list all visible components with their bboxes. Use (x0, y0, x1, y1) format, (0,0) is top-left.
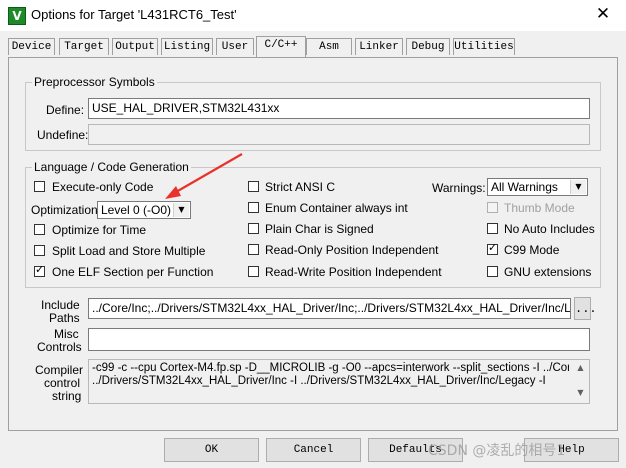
options-dialog: V Options for Target 'L431RCT6_Test' ✕ D… (0, 0, 626, 468)
tab-c-cpp[interactable]: C/C++ (256, 36, 306, 57)
watermark: CSDN @凌乱的相号1 (428, 443, 566, 459)
annotation-arrow-icon (165, 153, 243, 199)
